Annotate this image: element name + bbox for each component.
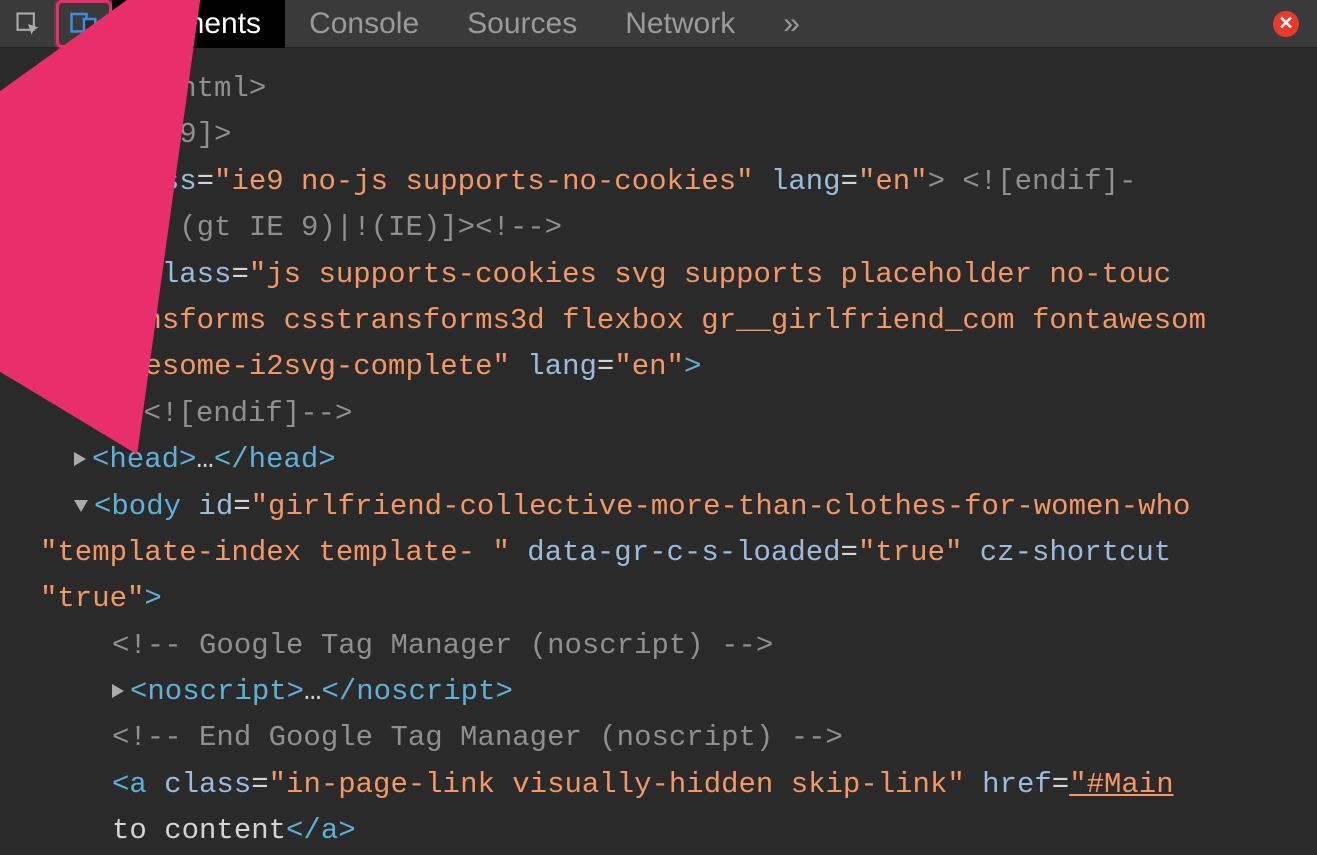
- dom-line-doctype[interactable]: <!ctype html>: [40, 66, 1317, 112]
- dom-line-head[interactable]: <head>…</head>: [40, 437, 1317, 483]
- close-icon: ✕: [1278, 13, 1293, 34]
- expand-triangle-icon[interactable]: [112, 684, 124, 698]
- dom-line-skip-link[interactable]: <a class="in-page-link visually-hidden s…: [40, 762, 1317, 808]
- dom-line-ifie9[interactable]: -[if IE 9]>: [40, 112, 1317, 158]
- tab-elements[interactable]: Elements: [112, 0, 285, 48]
- dom-line-ifgt9[interactable]: <!--[if (gt IE 9)|!(IE)]><!-->: [40, 205, 1317, 251]
- dom-line-html-open[interactable]: <html class="js supports-cookies svg sup…: [40, 252, 1317, 298]
- dom-line-gtm-end[interactable]: <!-- End Google Tag Manager (noscript) -…: [40, 715, 1317, 761]
- tab-console[interactable]: Console: [285, 0, 443, 48]
- expand-triangle-icon[interactable]: [74, 452, 86, 466]
- dom-line-html-ie9[interactable]: tml class="ie9 no-js supports-no-cookies…: [40, 159, 1317, 205]
- dom-line-noscript[interactable]: <noscript>…</noscript>: [40, 669, 1317, 715]
- inspect-element-button[interactable]: [0, 0, 56, 48]
- collapse-triangle-icon[interactable]: [74, 500, 88, 512]
- dom-line-endif[interactable]: <!--<![endif]-->: [40, 391, 1317, 437]
- dom-line-gtm-start[interactable]: <!-- Google Tag Manager (noscript) -->: [40, 623, 1317, 669]
- toggle-device-toolbar-button[interactable]: [56, 0, 112, 48]
- dom-line-html-open-2[interactable]: csstransforms csstransforms3d flexbox gr…: [40, 298, 1317, 344]
- devtools-tabbar: Elements Console Sources Network » ✕: [0, 0, 1317, 48]
- elements-dom-tree[interactable]: <!ctype html> -[if IE 9]> tml class="ie9…: [0, 48, 1317, 855]
- tab-sources[interactable]: Sources: [443, 0, 601, 48]
- close-devtools-button[interactable]: ✕: [1273, 11, 1299, 37]
- dom-line-body-open[interactable]: <body id="girlfriend-collective-more-tha…: [40, 484, 1317, 530]
- dom-line-html-open-3[interactable]: fontawesome-i2svg-complete" lang="en">: [40, 344, 1317, 390]
- dom-line-body-open-3[interactable]: "true">: [40, 576, 1317, 622]
- inspect-cursor-icon: [14, 10, 42, 38]
- tab-network[interactable]: Network: [601, 0, 759, 48]
- devices-icon: [69, 9, 99, 39]
- dom-line-body-open-2[interactable]: "template-index template- " data-gr-c-s-…: [40, 530, 1317, 576]
- tab-more[interactable]: »: [759, 0, 824, 48]
- dom-line-skip-link-2[interactable]: to content</a>: [40, 808, 1317, 854]
